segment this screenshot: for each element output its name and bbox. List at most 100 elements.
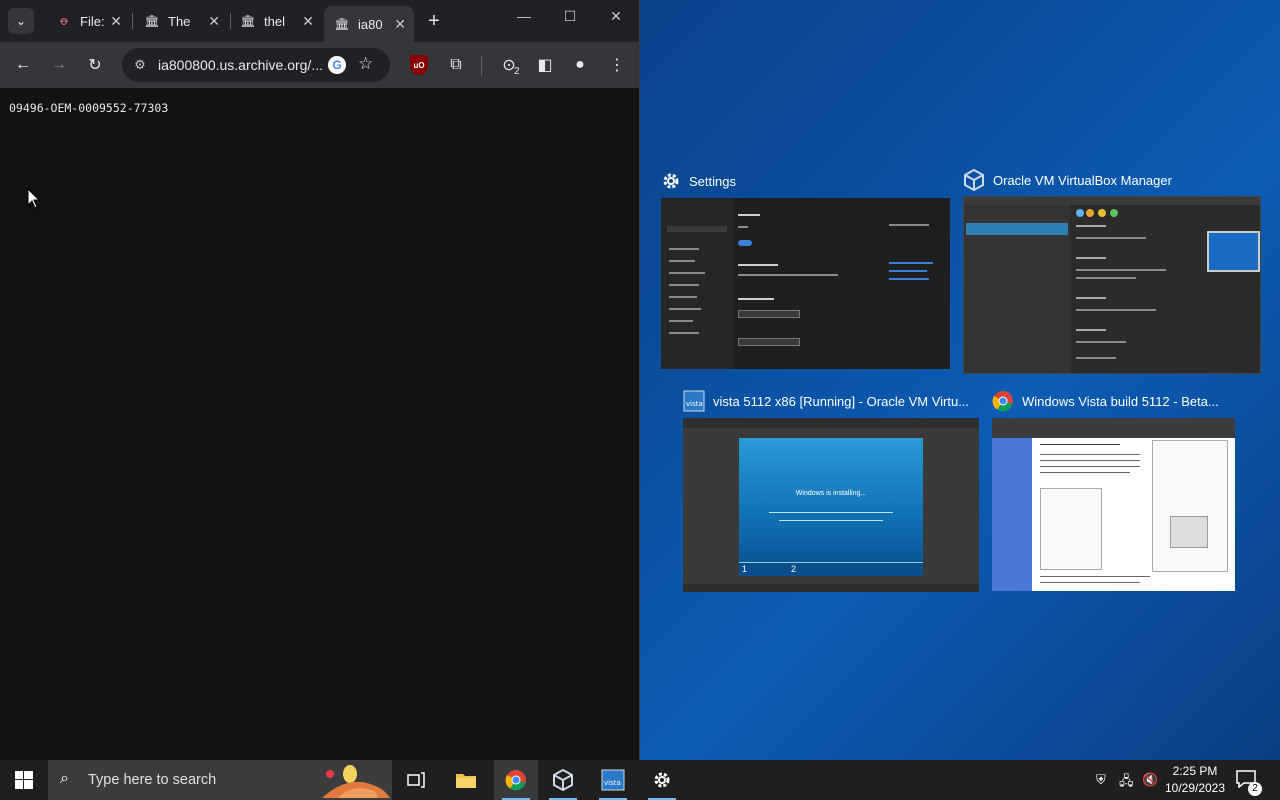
security-shield-icon[interactable]: ⛨ [1096,772,1106,788]
thumb-tool-icon [1076,209,1084,217]
progress-line [739,562,923,563]
close-icon[interactable]: ✕ [110,13,122,30]
address-text: ia800800.us.archive.org/... [158,57,323,73]
minimize-button[interactable]: — [509,8,539,24]
address-bar[interactable]: ⚙ ia800800.us.archive.org/... G ☆ [122,48,390,82]
start-button[interactable] [0,760,48,800]
clock[interactable]: 2:25 PM 10/29/2023 [1160,763,1230,797]
progress-area [739,562,923,576]
menu-button[interactable]: ⋮ [604,52,630,78]
taskbar-file-explorer[interactable] [444,760,488,800]
bookmark-star-icon[interactable]: ☆ [358,54,373,74]
step-2: 2 [791,564,797,574]
forward-button[interactable]: → [46,52,72,78]
task-view-icon [407,772,425,788]
taskbar-vista-vm[interactable]: vista [591,760,635,800]
thumb-line [889,224,929,226]
thumb-line [1076,225,1106,227]
chrome-icon [505,770,526,791]
close-icon[interactable]: ✕ [394,16,406,33]
arrow-left-icon: ← [15,56,31,73]
vbox-manager-thumbnail[interactable] [963,196,1261,374]
svg-text:vista: vista [686,400,703,408]
virtualbox-icon [553,768,573,792]
side-panel-button[interactable]: ◧ [532,52,558,78]
thumb-preview [1207,231,1260,272]
tab-active-archive[interactable]: 🏛 ia80 ✕ [324,6,414,42]
reload-button[interactable]: ↻ [82,52,108,78]
archive-icon: 🏛 [240,14,256,28]
thumb-toggle [738,240,752,246]
thumb-line [1076,341,1126,343]
chrome-window[interactable]: ⌄ ꝋ File: ✕ 🏛 The ✕ 🏛 thel ✕ 🏛 ia80 ✕ + … [0,0,640,760]
thumb-line [1076,277,1136,279]
taskbar-chrome[interactable] [494,760,538,800]
notification-count-badge: 2 [1248,782,1262,796]
thumb-search [667,226,727,232]
taskbar-virtualbox-manager[interactable] [541,760,585,800]
thumb-infobox-image [1170,516,1208,548]
thumb-line [1076,329,1106,331]
tab-separator [132,13,133,29]
taskbar-search-box[interactable]: ⌕ Type here to search [48,760,392,800]
thumb-line [669,272,705,274]
wiki-file-icon: ꝋ [59,14,69,28]
new-tab-button[interactable]: + [424,10,444,32]
toolbar-divider [481,56,482,76]
thumb-chrome-bar [992,418,1235,438]
clock-time: 2:25 PM [1172,764,1218,778]
profile-button[interactable]: ● [567,52,593,78]
thumb-line [669,320,693,322]
windows-logo-icon [15,771,33,789]
snap-vista-title: vista vista 5112 x86 [Running] - Oracle … [683,390,969,412]
thumb-line [1076,237,1146,239]
virtualbox-icon [963,168,985,192]
thumb-dropdown [738,338,800,346]
thumb-toc [1040,488,1102,570]
thumb-line [1076,269,1166,271]
volume-muted-icon[interactable]: 🔇 [1142,772,1158,788]
thumb-line [669,332,699,334]
mouse-cursor-icon [27,188,41,209]
maximize-button[interactable]: ☐ [555,8,585,25]
vista-vm-icon: vista [601,769,625,791]
thumb-dropdown [738,310,800,318]
tab-search-button[interactable]: ⌄ [8,8,34,34]
extensions-button[interactable]: ⧉ [443,52,469,78]
thumb-line [1076,297,1106,299]
thumb-line [669,308,701,310]
thumb-line [769,512,893,513]
tab-file[interactable]: ꝋ File: ✕ [46,6,130,36]
taskbar-settings[interactable] [640,760,684,800]
download-count-badge: 2 [514,66,520,77]
thumb-line [1076,309,1156,311]
tab-archive-2[interactable]: 🏛 thel ✕ [230,6,322,36]
google-lens-icon[interactable]: G [328,56,346,74]
close-icon[interactable]: ✕ [208,13,220,30]
chrome-wiki-thumbnail[interactable] [992,418,1235,591]
thumb-line [738,274,838,276]
tab-archive-1[interactable]: 🏛 The ✕ [134,6,228,36]
site-info-icon[interactable]: ⚙ [132,57,148,73]
settings-thumbnail[interactable] [661,198,950,369]
thumb-menubar [683,418,979,428]
thumb-selected-vm [966,223,1068,235]
puzzle-icon: ⧉ [450,56,462,73]
back-button[interactable]: ← [10,52,36,78]
thumb-line [1040,582,1140,583]
network-icon[interactable]: 🖧 [1119,772,1134,794]
close-icon[interactable]: ✕ [302,13,314,30]
window-title: Windows Vista build 5112 - Beta... [1022,393,1219,409]
vista-setup-screen: Windows is installing... 1 2 [739,438,923,576]
thumb-infobox [1152,440,1228,572]
task-view-button[interactable] [394,760,438,800]
ublock-origin-icon[interactable]: uO [410,55,428,75]
close-window-button[interactable]: ✕ [601,8,631,25]
thumb-line [738,264,778,266]
vista-vm-thumbnail[interactable]: Windows is installing... 1 2 [683,418,979,592]
gear-icon [654,772,670,788]
svg-text:vista: vista [604,779,621,787]
thumb-wiki-sidebar [992,438,1032,591]
window-title: Oracle VM VirtualBox Manager [993,172,1172,188]
thumb-line [1076,357,1116,359]
